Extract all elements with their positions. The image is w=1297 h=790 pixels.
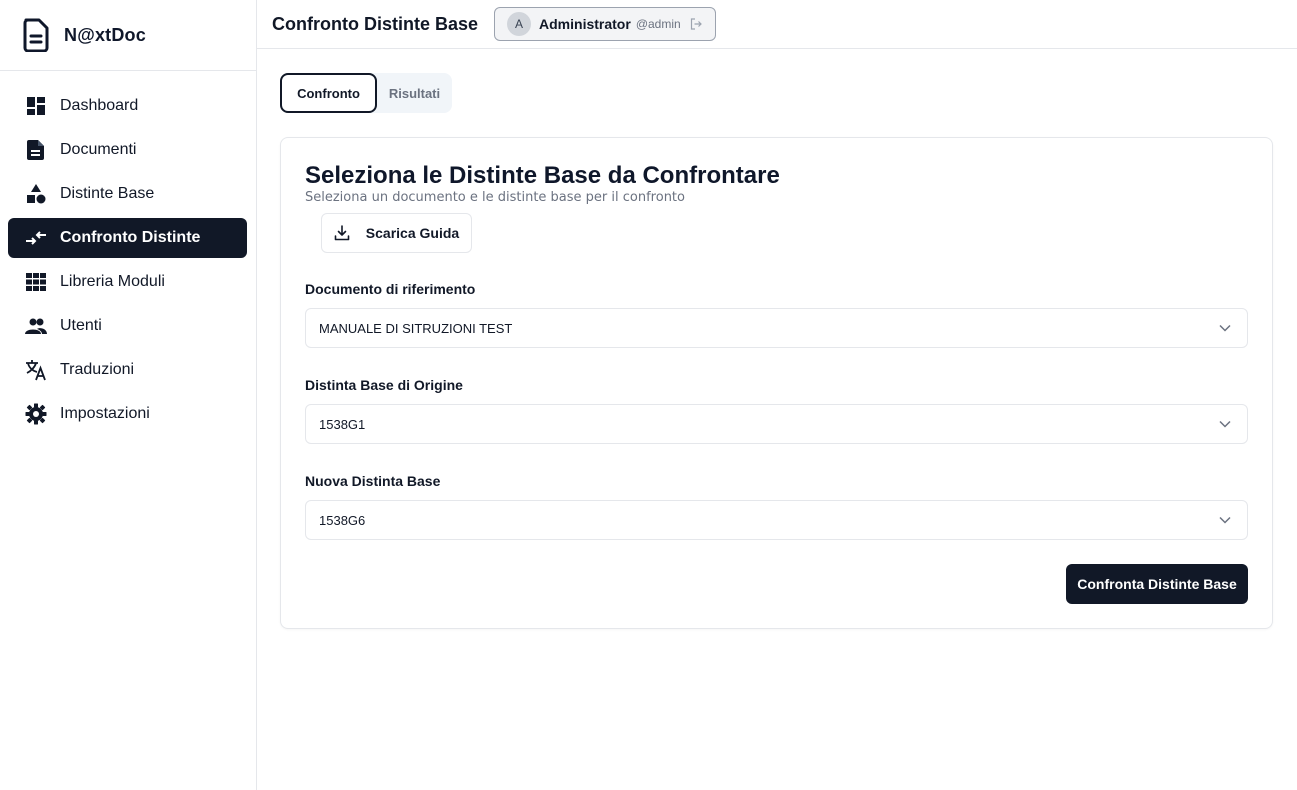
translate-icon (24, 358, 48, 382)
page-title: Confronto Distinte Base (272, 13, 479, 34)
sidebar-item-impostazioni[interactable]: Impostazioni (8, 394, 247, 434)
new-field-label: Nuova Distinta Base (305, 473, 441, 489)
card-title: Seleziona le Distinte Base da Confrontar… (305, 162, 780, 189)
gear-icon (24, 402, 48, 426)
chevron-down-icon (1219, 514, 1231, 526)
sidebar-item-label: Dashboard (60, 97, 139, 114)
chevron-down-icon (1219, 418, 1231, 430)
sidebar-item-dashboard[interactable]: Dashboard (8, 86, 247, 126)
logout-icon[interactable] (689, 17, 703, 31)
download-icon (334, 225, 350, 241)
sidebar-item-label: Libreria Moduli (60, 273, 165, 290)
sidebar-item-label: Utenti (60, 317, 102, 334)
document-icon (24, 138, 48, 162)
compare-button[interactable]: Confronta Distinte Base (1066, 564, 1248, 604)
sidebar-item-distinte-base[interactable]: Distinte Base (8, 174, 247, 214)
users-icon (24, 314, 48, 338)
chevron-down-icon (1219, 322, 1231, 334)
sidebar-item-label: Confronto Distinte (60, 229, 201, 246)
dashboard-icon (24, 94, 48, 118)
tab-confronto[interactable]: Confronto (280, 73, 377, 113)
avatar: A (507, 12, 532, 36)
document-logo-icon (21, 17, 51, 53)
user-name: Administrator (539, 16, 631, 32)
sidebar-item-utenti[interactable]: Utenti (8, 306, 247, 346)
document-select[interactable]: MANUALE DI SITRUZIONI TEST (305, 308, 1248, 348)
brand[interactable]: N@xtDoc (0, 0, 256, 71)
document-select-value: MANUALE DI SITRUZIONI TEST (319, 320, 513, 336)
new-bom-select[interactable]: 1538G6 (305, 500, 1248, 540)
user-handle: @admin (635, 17, 681, 31)
sidebar-item-label: Impostazioni (60, 405, 150, 422)
top-bar: Confronto Distinte Base A Administrator … (257, 0, 1297, 49)
shapes-icon (24, 182, 48, 206)
sidebar-item-label: Traduzioni (60, 361, 135, 378)
compare-arrows-icon (24, 226, 48, 250)
app-name: N@xtDoc (64, 24, 146, 45)
sidebar-nav: Dashboard Documenti Distinte Base Confro… (0, 71, 256, 434)
origin-bom-select[interactable]: 1538G1 (305, 404, 1248, 444)
tab-risultati[interactable]: Risultati (377, 73, 452, 113)
user-menu[interactable]: A Administrator @admin (494, 7, 716, 41)
tab-list: Confronto Risultati (280, 73, 452, 113)
sidebar-item-traduzioni[interactable]: Traduzioni (8, 350, 247, 390)
card-subtitle: Seleziona un documento e le distinte bas… (305, 190, 685, 205)
origin-bom-value: 1538G1 (319, 416, 366, 432)
sidebar-item-label: Distinte Base (60, 185, 155, 202)
sidebar-item-confronto-distinte[interactable]: Confronto Distinte (8, 218, 247, 258)
download-guide-button[interactable]: Scarica Guida (321, 213, 472, 253)
origin-field-label: Distinta Base di Origine (305, 377, 463, 393)
sidebar-item-label: Documenti (60, 141, 137, 158)
sidebar: N@xtDoc Dashboard Documenti Distinte Bas… (0, 0, 257, 790)
grid-icon (24, 270, 48, 294)
document-field-label: Documento di riferimento (305, 281, 476, 297)
comparison-form-card: Seleziona le Distinte Base da Confrontar… (280, 137, 1273, 629)
sidebar-item-documenti[interactable]: Documenti (8, 130, 247, 170)
new-bom-value: 1538G6 (319, 512, 366, 528)
sidebar-item-libreria-moduli[interactable]: Libreria Moduli (8, 262, 247, 302)
download-guide-label: Scarica Guida (365, 225, 460, 241)
